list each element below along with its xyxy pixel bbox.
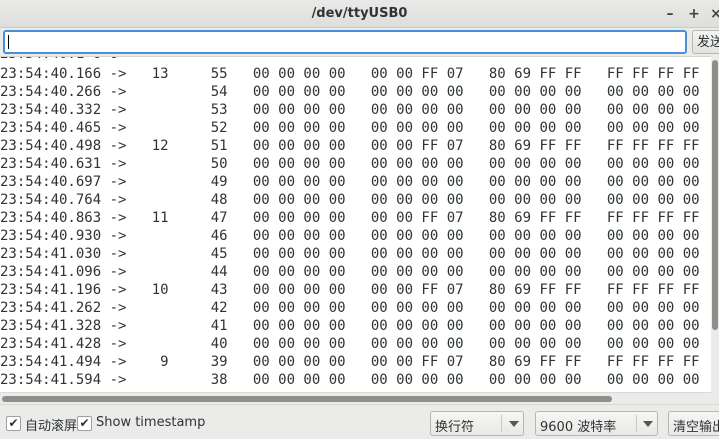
output-line: 23:54:41.594 -> 38 00 00 00 00 00 00 00 … <box>0 372 700 388</box>
output-line: 23:54:40.764 -> 48 00 00 00 00 00 00 00 … <box>0 192 700 208</box>
timestamp-checkbox[interactable]: ✔ <box>77 416 92 431</box>
line-ending-select[interactable]: 换行符 <box>430 411 524 436</box>
output-line: 23:54:40.1̶6̶6̶ <box>0 57 126 63</box>
output-line: 23:54:40.863 -> 11 47 00 00 00 00 00 00 … <box>0 210 700 226</box>
minimize-button[interactable]: – <box>660 4 680 24</box>
output-line: 23:54:41.428 -> 40 00 00 00 00 00 00 00 … <box>0 336 700 352</box>
combo-separator <box>501 415 502 432</box>
output-line: 23:54:40.631 -> 50 00 00 00 00 00 00 00 … <box>0 156 700 172</box>
combo-separator <box>636 415 637 432</box>
window-title: /dev/ttyUSB0 <box>311 6 408 21</box>
close-button[interactable]: × <box>706 4 719 24</box>
chevron-down-icon <box>643 421 653 427</box>
horizontal-scroll-thumb[interactable] <box>2 396 612 402</box>
vertical-scroll-thumb[interactable] <box>712 60 718 330</box>
output-line: 23:54:40.465 -> 52 00 00 00 00 00 00 00 … <box>0 120 700 136</box>
output-line: 23:54:41.096 -> 44 00 00 00 00 00 00 00 … <box>0 264 700 280</box>
check-icon: ✔ <box>79 416 90 430</box>
output-line: 23:54:41.196 -> 10 43 00 00 00 00 00 00 … <box>0 282 700 298</box>
clear-output-button[interactable]: 清空输出 <box>668 411 719 436</box>
output-line: 23:54:40.697 -> 49 00 00 00 00 00 00 00 … <box>0 174 700 190</box>
send-input[interactable] <box>3 30 687 54</box>
autoscroll-checkbox[interactable]: ✔ <box>6 416 21 431</box>
output-line: 23:54:40.498 -> 12 51 00 00 00 00 00 00 … <box>0 138 700 154</box>
maximize-button[interactable]: + <box>684 4 704 24</box>
autoscroll-label[interactable]: 自动滚屏 <box>25 415 77 434</box>
baud-rate-select[interactable]: 9600 波特率 <box>535 411 658 436</box>
output-line: 23:54:40.332 -> 53 00 00 00 00 00 00 00 … <box>0 102 700 118</box>
output-line: 23:54:41.030 -> 45 00 00 00 00 00 00 00 … <box>0 246 700 262</box>
bottom-bar: ✔ 自动滚屏 ✔ Show timestamp 换行符 9600 波特率 清空输… <box>0 404 719 439</box>
output-line: 23:54:41.262 -> 42 00 00 00 00 00 00 00 … <box>0 300 700 316</box>
title-bar: /dev/ttyUSB0 – + × <box>0 0 719 28</box>
baud-rate-value: 9600 波特率 <box>540 420 617 435</box>
output-line: 23:54:40.266 -> 54 00 00 00 00 00 00 00 … <box>0 84 700 100</box>
output-line: 23:54:41.328 -> 41 00 00 00 00 00 00 00 … <box>0 318 700 334</box>
check-icon: ✔ <box>8 416 19 430</box>
serial-output[interactable]: 23:54:40.1̶6̶6̶ 23:54:40.166 -> 13 55 00 … <box>0 56 713 392</box>
send-row: 发送 <box>0 28 719 56</box>
output-line: 23:54:40.166 -> 13 55 00 00 00 00 00 00 … <box>0 66 700 82</box>
vertical-scrollbar[interactable] <box>711 56 719 392</box>
text-caret <box>8 35 9 49</box>
send-button[interactable]: 发送 <box>692 30 719 54</box>
output-line: 23:54:40.930 -> 46 00 00 00 00 00 00 00 … <box>0 228 700 244</box>
chevron-down-icon <box>509 421 519 427</box>
horizontal-scrollbar[interactable] <box>0 392 711 404</box>
output-line: 23:54:41.494 -> 9 39 00 00 00 00 00 00 F… <box>0 354 700 370</box>
timestamp-label[interactable]: Show timestamp <box>96 415 205 430</box>
line-ending-value: 换行符 <box>435 420 475 435</box>
